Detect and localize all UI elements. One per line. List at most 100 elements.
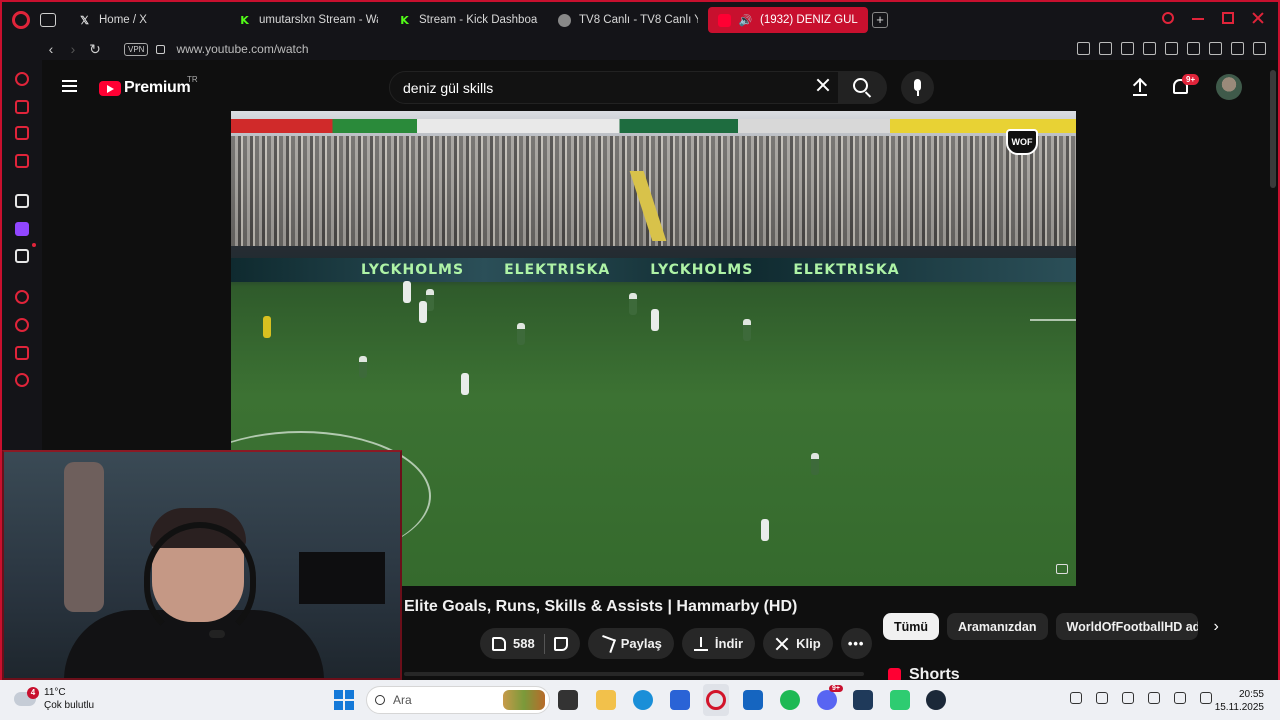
profile-icon[interactable] xyxy=(1209,42,1222,55)
volume-icon[interactable] xyxy=(1174,692,1186,704)
headset-icon xyxy=(144,522,256,642)
tab-kick-stream[interactable]: K umutarslxn Stream - Watch xyxy=(228,7,388,33)
easy-setup-icon[interactable] xyxy=(1253,42,1266,55)
tab-tv8[interactable]: TV8 Canlı - TV8 Canlı Yayın xyxy=(548,7,708,33)
maximize-icon[interactable] xyxy=(1222,12,1234,24)
artstation-icon[interactable] xyxy=(15,194,29,208)
related-filter-chips: Tümü Aramanızdan WorldOfFootballHD adlı … xyxy=(883,613,1219,640)
like-dislike-group: 588 xyxy=(480,628,580,659)
start-button[interactable] xyxy=(334,690,354,710)
extensions-sidebar-icon[interactable] xyxy=(15,346,29,360)
new-tab-button[interactable]: + xyxy=(872,12,888,28)
download-icon[interactable] xyxy=(1231,42,1244,55)
url-field[interactable]: www.youtube.com/watch xyxy=(176,42,308,56)
microphone-tray-icon[interactable] xyxy=(1122,692,1134,704)
kick-logo-icon: K xyxy=(240,13,249,27)
webcam-background-curtain xyxy=(64,462,104,612)
more-actions-button[interactable]: ••• xyxy=(840,628,872,659)
opera-logo-icon[interactable] xyxy=(12,11,30,29)
sync-icon[interactable] xyxy=(1096,692,1108,704)
upload-icon[interactable] xyxy=(1133,78,1147,96)
outlook-icon[interactable] xyxy=(743,690,763,710)
back-button[interactable]: ‹ xyxy=(40,41,62,57)
search-button[interactable] xyxy=(839,71,887,104)
battery-icon[interactable] xyxy=(1200,692,1212,704)
kick-logo-icon: K xyxy=(400,13,409,27)
spotify-icon[interactable] xyxy=(780,690,800,710)
chip-from-search[interactable]: Aramanızdan xyxy=(947,613,1048,640)
chevron-right-icon[interactable]: › xyxy=(1214,618,1219,636)
avatar[interactable] xyxy=(1216,74,1242,100)
game-launcher-icon[interactable] xyxy=(890,690,910,710)
date: 15.11.2025 xyxy=(1214,702,1264,713)
player-sidebar-icon[interactable] xyxy=(15,290,29,304)
windows-taskbar: 4 11°C Çok bulutlu Ara 9+ 20:55 15.11.20… xyxy=(0,680,1280,720)
reload-button[interactable]: ↻ xyxy=(84,41,106,58)
pin-icon[interactable] xyxy=(1077,42,1090,55)
chevron-up-icon[interactable] xyxy=(1070,692,1082,704)
tv8-logo-icon xyxy=(558,13,571,27)
twitch-icon[interactable] xyxy=(15,222,29,236)
x-sidebar-icon[interactable] xyxy=(15,249,29,263)
scissors-icon xyxy=(775,637,789,651)
x-logo-icon: 𝕏 xyxy=(80,14,89,27)
aria-icon[interactable] xyxy=(15,72,29,86)
heart-icon[interactable] xyxy=(1165,42,1178,55)
weather-widget[interactable]: 4 11°C Çok bulutlu xyxy=(14,686,94,712)
address-bar: ‹ › ↻ VPN www.youtube.com/watch xyxy=(2,38,1278,60)
settings-icon[interactable] xyxy=(15,373,29,387)
forward-button[interactable]: › xyxy=(62,41,84,57)
thumbs-down-icon[interactable] xyxy=(553,636,568,651)
player xyxy=(651,309,659,331)
download-button[interactable]: İndir xyxy=(681,628,756,659)
store-icon[interactable] xyxy=(670,690,690,710)
history-icon[interactable] xyxy=(15,318,29,332)
page-scrollbar[interactable] xyxy=(1270,70,1276,188)
youtube-logo[interactable]: Premium xyxy=(99,79,191,97)
search-tabs-icon[interactable] xyxy=(1162,12,1174,24)
thumbs-up-icon[interactable] xyxy=(492,636,506,651)
player xyxy=(761,519,769,541)
webcam-overlay xyxy=(2,450,402,680)
lock-icon[interactable] xyxy=(156,44,166,54)
clock[interactable]: 20:55 15.11.2025 xyxy=(1212,688,1264,714)
edge-icon[interactable] xyxy=(633,690,653,710)
address-bar-actions xyxy=(1077,42,1266,55)
wifi-icon[interactable] xyxy=(1148,692,1160,704)
minimize-icon[interactable] xyxy=(1192,12,1204,20)
adblock-icon[interactable] xyxy=(1121,42,1134,55)
vpn-badge[interactable]: VPN xyxy=(124,42,149,56)
webcam-background-monitor xyxy=(299,552,385,604)
tab-kick-dashboard[interactable]: K Stream - Kick Dashboard xyxy=(388,7,548,33)
clear-search-icon[interactable] xyxy=(816,78,830,92)
chip-all[interactable]: Tümü xyxy=(883,613,940,640)
league-client-icon[interactable] xyxy=(853,690,873,710)
clip-button[interactable]: Klip xyxy=(763,628,833,659)
stadium-ad-boards xyxy=(231,119,1076,133)
menu-icon[interactable] xyxy=(62,80,77,92)
player-icon[interactable] xyxy=(1143,42,1156,55)
tab-youtube-active[interactable]: 🔊 (1932) DENİZ GÜL | W xyxy=(708,7,868,33)
speaker-icon[interactable]: 🔊 xyxy=(739,14,753,27)
browser-window: 𝕏 Home / X K umutarslxn Stream - Watch K… xyxy=(0,0,1280,680)
extensions-icon[interactable] xyxy=(1187,42,1200,55)
discord-icon[interactable] xyxy=(817,690,837,710)
opera-gx-icon[interactable] xyxy=(706,690,726,710)
messenger-icon[interactable] xyxy=(15,154,29,168)
wallet-icon[interactable] xyxy=(15,126,29,140)
shopping-icon[interactable] xyxy=(15,100,29,114)
like-count[interactable]: 588 xyxy=(513,636,535,651)
search-input[interactable] xyxy=(403,79,783,96)
subtitles-icon[interactable] xyxy=(1056,564,1068,574)
steam-icon[interactable] xyxy=(926,690,946,710)
snapshot-icon[interactable] xyxy=(1099,42,1112,55)
close-icon[interactable] xyxy=(1252,12,1264,24)
share-button[interactable]: Paylaş xyxy=(587,628,674,659)
chip-channel[interactable]: WorldOfFootballHD adlı y xyxy=(1055,613,1198,640)
task-view-icon[interactable] xyxy=(558,690,578,710)
tab-home-x[interactable]: 𝕏 Home / X xyxy=(68,7,228,33)
voice-search-button[interactable] xyxy=(901,71,934,104)
search-highlight-image[interactable] xyxy=(503,690,545,710)
file-explorer-icon[interactable] xyxy=(596,690,616,710)
tab-menu-icon[interactable] xyxy=(40,13,56,27)
